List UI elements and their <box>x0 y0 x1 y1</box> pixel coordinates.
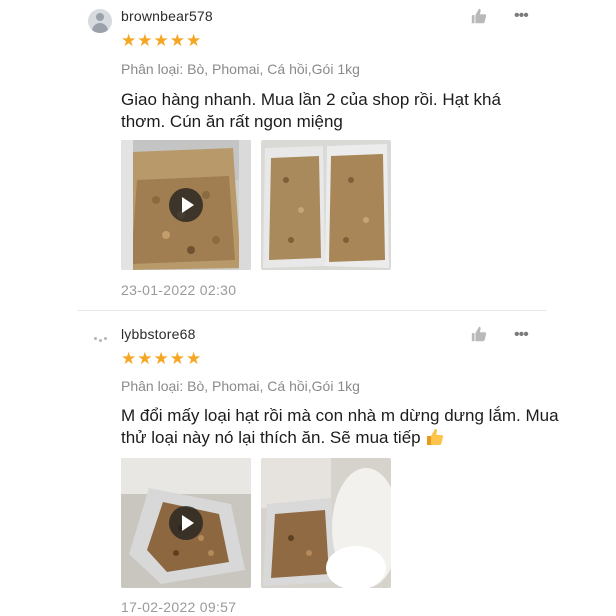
star-icon: ★ <box>169 31 185 50</box>
review-text: M đổi mấy loại hạt rồi mà con nhà m dừng… <box>121 405 561 449</box>
star-rating: ★ ★ ★ ★ ★ <box>121 350 201 367</box>
play-icon[interactable] <box>169 188 203 222</box>
star-icon: ★ <box>169 349 185 368</box>
star-icon: ★ <box>153 31 169 50</box>
star-icon: ★ <box>121 31 137 50</box>
dog-and-bag-photo-image <box>261 458 391 588</box>
star-icon: ★ <box>137 31 153 50</box>
thumbs-up-emoji-icon <box>426 429 443 445</box>
review-date: 17-02-2022 09:57 <box>121 599 237 615</box>
thumbs-up-icon[interactable] <box>470 325 488 343</box>
avatar[interactable] <box>88 327 112 351</box>
avatar-dot <box>104 337 107 340</box>
username[interactable]: lybbstore68 <box>121 326 196 342</box>
star-icon: ★ <box>137 349 153 368</box>
username[interactable]: brownbear578 <box>121 8 213 24</box>
thumbs-up-icon[interactable] <box>470 7 488 25</box>
avatar[interactable] <box>88 9 112 33</box>
avatar-dot <box>99 339 102 342</box>
more-icon[interactable]: ••• <box>514 327 529 343</box>
more-icon[interactable]: ••• <box>514 8 529 24</box>
star-icon: ★ <box>186 31 202 50</box>
star-icon: ★ <box>153 349 169 368</box>
divider <box>78 310 546 311</box>
video-thumbnail[interactable] <box>121 140 251 270</box>
variant-label: Phân loại: Bò, Phomai, Cá hồi,Gói 1kg <box>121 61 360 77</box>
review-text-body: M đổi mấy loại hạt rồi mà con nhà m dừng… <box>121 406 559 447</box>
star-rating: ★ ★ ★ ★ ★ <box>121 32 201 49</box>
variant-label: Phân loại: Bò, Phomai, Cá hồi,Gói 1kg <box>121 378 360 394</box>
review-photo[interactable] <box>261 458 391 588</box>
video-thumbnail[interactable] <box>121 458 251 588</box>
review-photo[interactable] <box>261 140 391 270</box>
star-icon: ★ <box>121 349 137 368</box>
play-icon[interactable] <box>169 506 203 540</box>
avatar-dot <box>94 337 97 340</box>
avatar-body <box>92 23 108 33</box>
review-date: 23-01-2022 02:30 <box>121 282 237 298</box>
avatar-head <box>96 13 104 21</box>
star-icon: ★ <box>186 349 202 368</box>
review-text: Giao hàng nhanh. Mua lần 2 của shop rồi.… <box>121 90 501 131</box>
kibble-bags-photo-image <box>261 140 391 270</box>
